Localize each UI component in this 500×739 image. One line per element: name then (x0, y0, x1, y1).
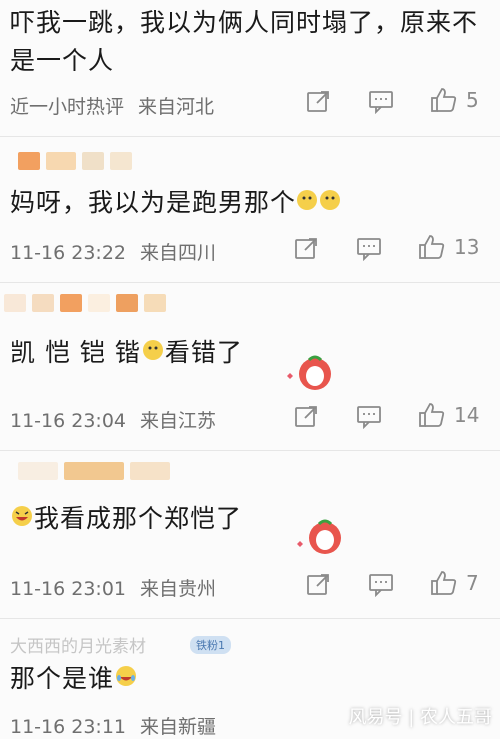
comment-text: 吓我一跳，我以为俩人同时塌了，原来不 (10, 8, 479, 37)
like-button[interactable]: 14 (418, 401, 479, 429)
doge-emoji-icon (141, 335, 165, 373)
doge-emoji-icon (296, 185, 342, 223)
laughing-emoji-icon (10, 501, 34, 539)
share-icon (295, 238, 317, 259)
comment-time: 11-16 23:04 (10, 410, 127, 432)
comment-meta: 11-16 23:11 来自新疆 (10, 712, 216, 739)
share-button[interactable] (305, 571, 331, 597)
comment-button[interactable] (368, 571, 394, 597)
thumbs-up-icon (431, 571, 457, 595)
comment-text-cont: 是一个人 (10, 46, 115, 75)
comment-icon (369, 91, 393, 114)
comment-source: 来自河北 (138, 96, 215, 118)
divider (0, 282, 500, 283)
comment-meta: 11-16 23:22 来自四川 (10, 238, 216, 265)
comment-text: 凯 恺 铠 锴 看错了 (10, 334, 243, 373)
comment-time: 近一小时热评 (10, 96, 125, 118)
comment-button[interactable] (356, 235, 382, 261)
comment-meta: 11-16 23:04 来自江苏 (10, 406, 216, 433)
fan-badge: 铁粉1 (190, 636, 231, 654)
avatar-name-blurred (4, 294, 166, 312)
share-button[interactable] (293, 235, 319, 261)
strawberry-sticker-icon (297, 519, 341, 554)
like-count: 13 (454, 235, 480, 259)
thumbs-up-icon (431, 88, 457, 112)
thumbs-up-icon (419, 403, 445, 427)
share-button[interactable] (305, 88, 331, 114)
comment-meta: 近一小时热评 来自河北 (10, 92, 214, 119)
like-count: 7 (466, 571, 479, 595)
like-button[interactable]: 7 (430, 569, 479, 597)
thumbs-up-icon (419, 235, 445, 259)
comment-time: 11-16 23:11 (10, 716, 127, 738)
divider (0, 136, 500, 137)
like-button[interactable]: 13 (418, 233, 479, 261)
divider (0, 618, 500, 619)
share-icon (307, 91, 329, 112)
like-count: 14 (454, 403, 480, 427)
watermark: 风易号 | 农人五哥 (348, 707, 492, 728)
comment-text: 我看成那个郑恺了 (10, 500, 242, 539)
comment-icon (357, 406, 381, 429)
comment-button[interactable] (368, 88, 394, 114)
comment-button[interactable] (356, 403, 382, 429)
comment-source: 来自新疆 (140, 716, 217, 738)
comment-meta: 11-16 23:01 来自贵州 (10, 574, 216, 601)
comment-icon (357, 238, 381, 261)
comment-time: 11-16 23:22 (10, 242, 127, 264)
like-count: 5 (466, 88, 479, 112)
comment-icon (369, 574, 393, 597)
comment-text: 那个是谁 (10, 660, 138, 699)
comment-text: 妈呀，我以为是跑男那个 (10, 184, 342, 223)
share-button[interactable] (293, 403, 319, 429)
comment-time: 11-16 23:01 (10, 578, 127, 600)
avatar-name-blurred (18, 152, 132, 170)
commenter-name: 大西西的月光素材 (10, 637, 146, 657)
share-icon (307, 574, 329, 595)
like-button[interactable]: 5 (430, 86, 479, 114)
comment-source: 来自江苏 (140, 410, 217, 432)
laughing-crying-emoji-icon (114, 661, 138, 699)
strawberry-sticker-icon (287, 355, 331, 390)
divider (0, 450, 500, 451)
share-icon (295, 406, 317, 427)
comment-source: 来自四川 (140, 242, 217, 264)
comment-source: 来自贵州 (140, 578, 217, 600)
avatar-name-blurred (18, 462, 170, 480)
